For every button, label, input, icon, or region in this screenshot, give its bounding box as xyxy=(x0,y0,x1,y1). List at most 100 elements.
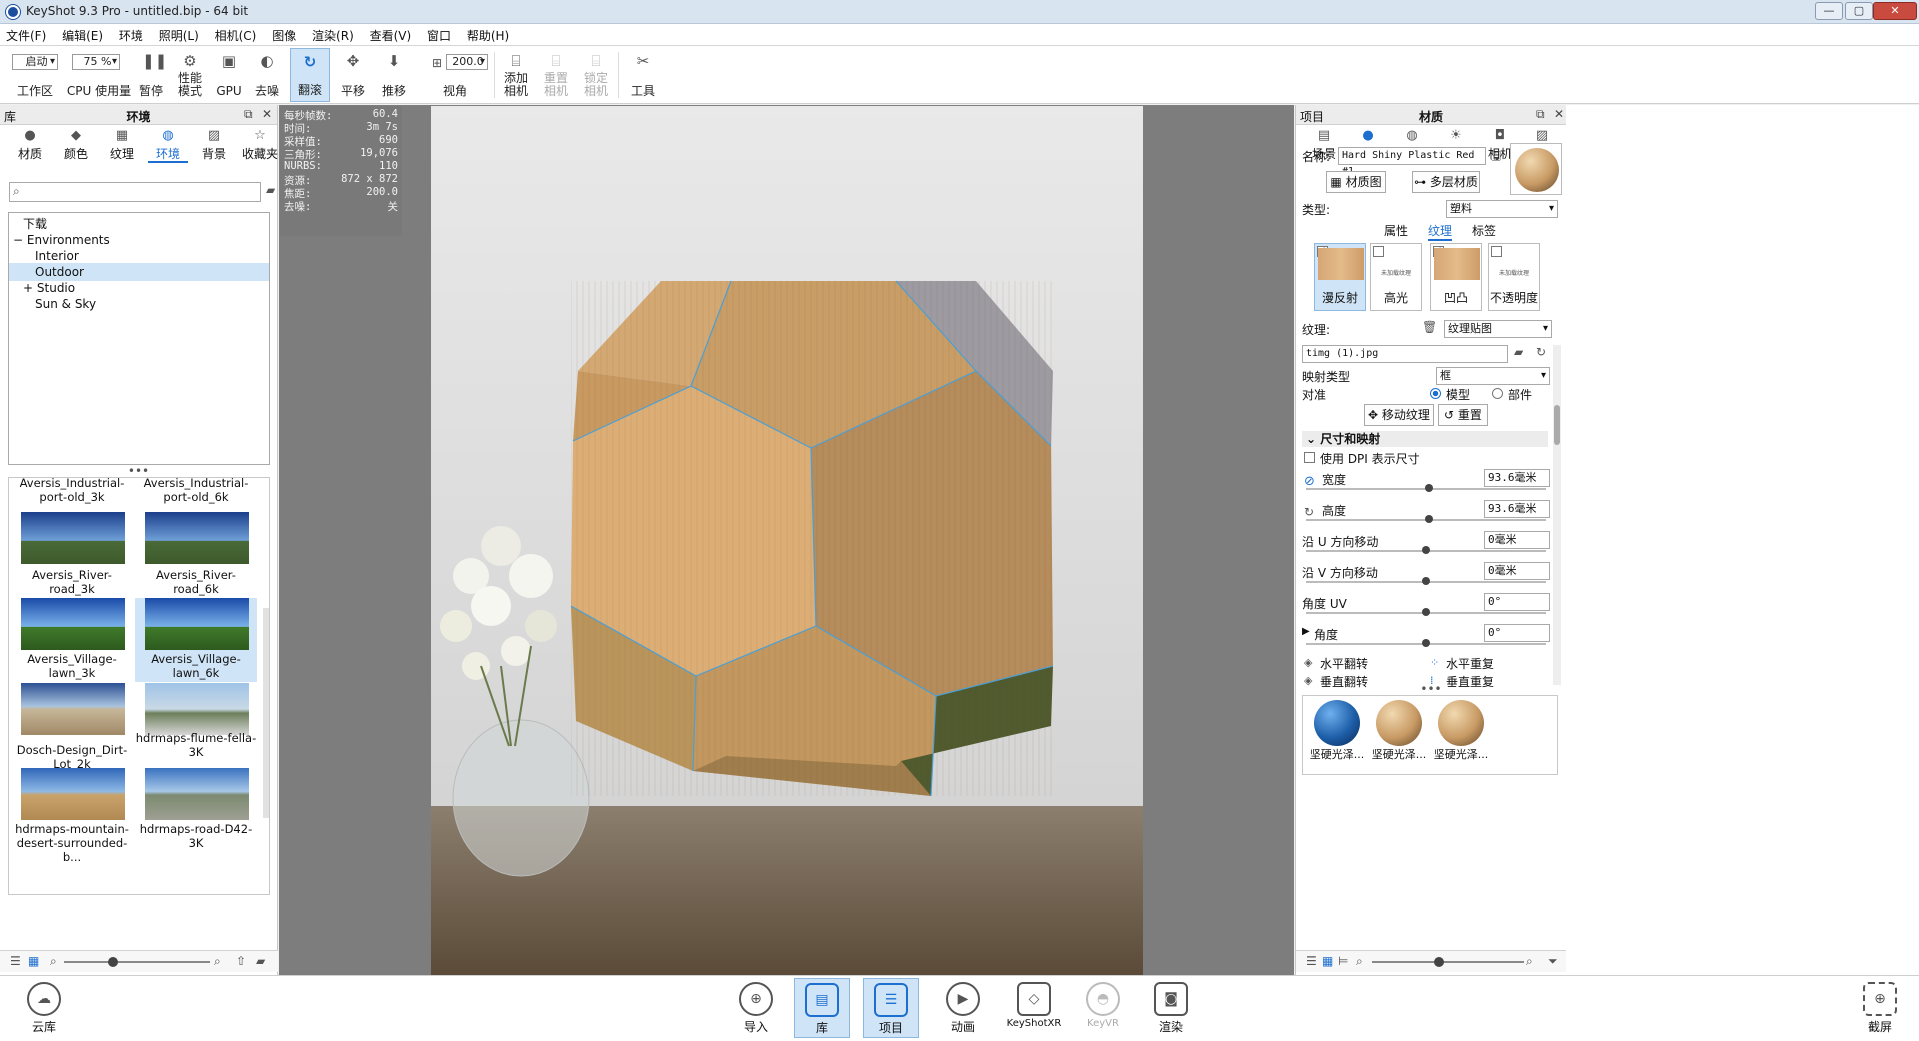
subtab-textures[interactable]: 纹理 xyxy=(1428,222,1453,241)
reset-camera-button[interactable]: ⌸ 重置 相机 xyxy=(538,48,574,102)
menu-edit[interactable]: 编辑(E) xyxy=(56,24,109,47)
cpu-usage-select[interactable]: 75 % xyxy=(72,54,120,70)
tab-colors[interactable]: ◆ 颜色 xyxy=(56,127,96,163)
thumbnail-size-slider[interactable] xyxy=(64,961,210,963)
library-toggle-button[interactable]: ▤ 库 xyxy=(794,978,850,1038)
link-icon[interactable]: ⊘ xyxy=(1304,474,1315,489)
pan-button[interactable]: ✥ 平移 xyxy=(334,48,372,102)
subtab-labels[interactable]: 标签 xyxy=(1472,222,1496,239)
use-dpi-checkbox[interactable] xyxy=(1304,452,1315,463)
v-shift-slider-knob[interactable] xyxy=(1422,577,1430,585)
align-model-radio[interactable] xyxy=(1430,388,1441,399)
menu-camera[interactable]: 相机(C) xyxy=(209,24,263,47)
material-name-input[interactable]: Hard Shiny Plastic Red #1 xyxy=(1338,147,1486,177)
environment-thumbnail[interactable]: Aversis_Industrial-port-old_6k xyxy=(135,478,257,510)
subtab-properties[interactable]: 属性 xyxy=(1384,222,1408,239)
material-swatch[interactable]: 坚硬光泽... xyxy=(1371,700,1427,762)
pause-button[interactable]: ❚❚ 暂停 xyxy=(134,48,168,102)
repeat-horizontal-icon[interactable]: ⁘ xyxy=(1430,656,1439,669)
cloud-upload-icon[interactable]: ⇧ xyxy=(236,954,246,968)
menu-environment[interactable]: 环境 xyxy=(113,24,149,47)
swatch-size-slider[interactable] xyxy=(1372,961,1524,963)
sync-icon[interactable]: ↻ xyxy=(1304,505,1314,519)
filter-icon[interactable]: ⏷ xyxy=(1548,954,1558,969)
workspace-tool[interactable]: 启动 工作区 xyxy=(10,48,60,102)
folder-icon[interactable]: ▰ xyxy=(256,954,265,968)
undock-icon[interactable]: ⧉ xyxy=(1536,107,1545,122)
screenshot-button[interactable]: ⊕ 截屏 xyxy=(1852,978,1908,1038)
material-swatch[interactable]: 坚硬光泽... xyxy=(1433,700,1489,762)
panel-splitter-handle[interactable]: ••• xyxy=(1296,683,1566,695)
keyvr-button[interactable]: ◓ KeyVR xyxy=(1075,978,1131,1038)
dolly-button[interactable]: ⬇ 推移 xyxy=(375,48,413,102)
keyshotxr-button[interactable]: ◇ KeyShotXR xyxy=(1003,978,1065,1038)
grid-view-icon[interactable]: ▦ xyxy=(1322,954,1333,968)
texture-slot-opacity[interactable]: 未加载纹理 不透明度 xyxy=(1488,243,1540,311)
add-camera-button[interactable]: ⌸ 添加 相机 xyxy=(498,48,534,102)
list-view-icon[interactable]: ☰ xyxy=(10,954,21,968)
v-shift-input[interactable]: 0毫米 xyxy=(1484,562,1550,580)
refresh-icon[interactable]: ↻ xyxy=(1536,345,1546,359)
environment-thumbnail[interactable]: hdrmaps-road-D42-3K xyxy=(135,768,257,860)
texture-slot-specular[interactable]: 未加载纹理 高光 xyxy=(1370,243,1422,311)
angle-slider-knob[interactable] xyxy=(1422,639,1430,647)
mapping-type-select[interactable]: 框 xyxy=(1436,367,1550,385)
texture-slot-diffuse[interactable]: ✓ 漫反射 xyxy=(1314,243,1366,311)
menu-help[interactable]: 帮助(H) xyxy=(461,24,515,47)
open-folder-icon[interactable]: ▰ xyxy=(1514,345,1523,359)
slot-checkbox[interactable] xyxy=(1491,246,1502,257)
save-material-icon[interactable]: 🖫 xyxy=(1490,147,1501,169)
uv-angle-slider-knob[interactable] xyxy=(1422,608,1430,616)
align-part-radio[interactable] xyxy=(1492,388,1503,399)
environment-thumbnail[interactable]: hdrmaps-mountain-desert-surrounded-b... xyxy=(11,768,133,864)
tab-materials[interactable]: ● 材质 xyxy=(10,127,50,163)
slot-checkbox[interactable] xyxy=(1373,246,1384,257)
tumble-button[interactable]: ↻ 翻滚 xyxy=(290,48,330,102)
tab-favorites[interactable]: ☆ 收藏夹 xyxy=(236,127,284,163)
denoise-button[interactable]: ◐ 去噪 xyxy=(250,48,284,102)
real-time-render-view[interactable] xyxy=(431,106,1143,975)
tab-backplates[interactable]: ▨ 背景 xyxy=(194,127,234,163)
swatch-size-slider-knob[interactable] xyxy=(1434,957,1444,967)
grid-view-icon[interactable]: ▦ xyxy=(28,954,39,968)
chevron-right-icon[interactable]: ▶ xyxy=(1302,626,1310,637)
library-search-input[interactable]: ⌕ xyxy=(9,182,261,202)
size-mapping-section[interactable]: ⌄ 尺寸和映射 xyxy=(1302,431,1548,447)
height-slider-knob[interactable] xyxy=(1425,515,1433,523)
tree-view-icon[interactable]: ⊨ xyxy=(1338,954,1348,968)
multilayer-material-button[interactable]: ⊶ 多层材质 xyxy=(1412,171,1480,193)
texture-slot-bump[interactable]: ✓ 凹凸 xyxy=(1430,243,1482,311)
thumbnail-size-slider-knob[interactable] xyxy=(108,957,118,967)
tab-textures[interactable]: ▦ 纹理 xyxy=(102,127,142,163)
panel-splitter-handle[interactable]: ••• xyxy=(0,465,277,477)
reset-texture-button[interactable]: ↺ 重置 xyxy=(1438,404,1488,426)
gpu-button[interactable]: ▣ GPU xyxy=(212,48,246,102)
maximize-button[interactable]: ▢ xyxy=(1845,2,1873,20)
texture-file-input[interactable]: timg (1).jpg xyxy=(1302,345,1508,363)
u-shift-input[interactable]: 0毫米 xyxy=(1484,531,1550,549)
menu-lighting[interactable]: 照明(L) xyxy=(153,24,205,47)
add-folder-icon[interactable]: ▰ xyxy=(266,183,278,197)
move-texture-button[interactable]: ✥ 移动纹理 xyxy=(1364,404,1434,426)
material-type-select[interactable]: 塑料 xyxy=(1446,200,1558,218)
expand-icon[interactable]: + xyxy=(23,281,33,295)
uv-angle-input[interactable]: 0° xyxy=(1484,593,1550,611)
trash-icon[interactable]: 🗑 xyxy=(1422,320,1437,334)
environment-thumbnail[interactable]: Aversis_River-road_3k xyxy=(11,512,133,598)
list-view-icon[interactable]: ☰ xyxy=(1306,954,1317,968)
tab-environments[interactable]: ◍ 环境 xyxy=(148,127,188,163)
repeat-horizontal-toggle[interactable]: 水平重复 xyxy=(1446,655,1494,672)
environment-thumbnail[interactable]: Dosch-Design_Dirt-Lot_2k xyxy=(11,683,133,771)
properties-scrollbar[interactable] xyxy=(1553,345,1561,685)
workspace-select[interactable]: 启动 xyxy=(12,54,58,70)
environment-thumbnail-selected[interactable]: Aversis_Village-lawn_6k xyxy=(135,598,257,682)
close-icon[interactable]: ✕ xyxy=(262,107,272,121)
menu-view[interactable]: 查看(V) xyxy=(364,24,418,47)
menu-render[interactable]: 渲染(R) xyxy=(306,24,360,47)
project-toggle-button[interactable]: ☰ 项目 xyxy=(863,978,919,1038)
material-preview[interactable] xyxy=(1510,143,1562,195)
collapse-icon[interactable]: − xyxy=(13,233,23,247)
minimize-button[interactable]: — xyxy=(1815,2,1843,20)
height-input[interactable]: 93.6毫米 xyxy=(1484,500,1550,518)
environment-thumbnail[interactable]: Aversis_Industrial-port-old_3k xyxy=(11,478,133,510)
